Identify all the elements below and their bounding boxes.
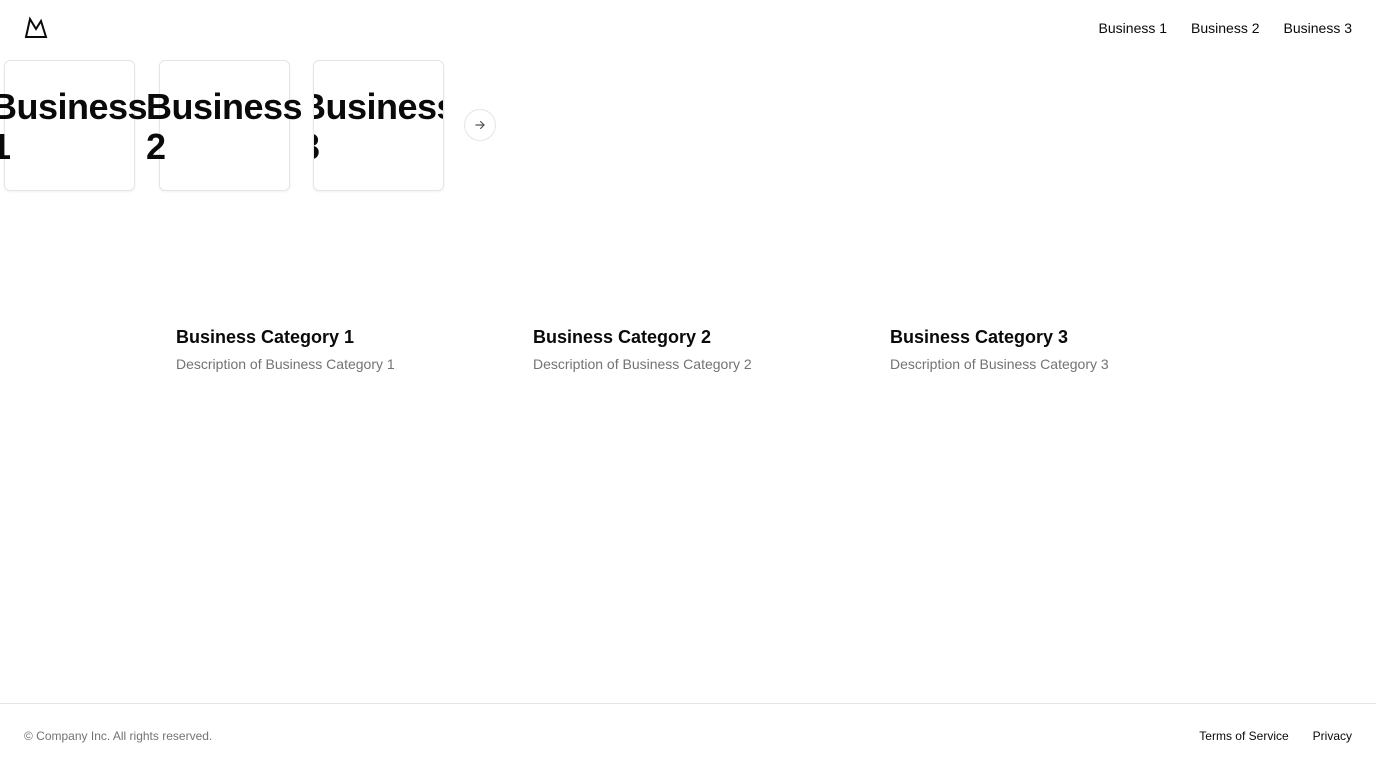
category-description: Description of Business Category 1 — [176, 356, 395, 372]
nav-link-business-3[interactable]: Business 3 — [1284, 18, 1352, 38]
carousel-card-business-1[interactable]: Business 1 — [0, 60, 148, 191]
mountain-logo-icon[interactable] — [24, 16, 48, 40]
category-title: Business Category 3 — [890, 327, 1069, 347]
nav-link-business-1[interactable]: Business 1 — [1099, 18, 1167, 38]
site-footer: © Company Inc. All rights reserved. Term… — [0, 703, 1376, 768]
carousel-card-label: Business 2 — [146, 86, 303, 167]
main-nav: Business 1 Business 2 Business 3 — [1099, 18, 1352, 38]
privacy-link[interactable]: Privacy — [1313, 728, 1352, 744]
category-description: Description of Business Category 3 — [890, 356, 1109, 372]
carousel-card-label: Business 1 — [0, 86, 148, 167]
category-title: Business Category 2 — [533, 327, 712, 347]
carousel-card-business-3[interactable]: Business 3 — [313, 60, 444, 191]
nav-link-business-2[interactable]: Business 2 — [1191, 18, 1259, 38]
category-item: Business Category 2 Description of Busin… — [533, 325, 873, 374]
carousel-next-button[interactable] — [464, 109, 496, 141]
site-header: Business 1 Business 2 Business 3 — [0, 0, 1376, 56]
terms-of-service-link[interactable]: Terms of Service — [1199, 728, 1288, 744]
business-carousel: Business 1 Business 2 Business 3 — [0, 60, 520, 192]
carousel-card-business-2[interactable]: Business 2 — [146, 60, 303, 191]
category-item: Business Category 1 Description of Busin… — [176, 325, 516, 374]
copyright-text: © Company Inc. All rights reserved. — [24, 729, 213, 743]
category-item: Business Category 3 Description of Busin… — [890, 325, 1230, 374]
category-description: Description of Business Category 2 — [533, 356, 752, 372]
carousel-card-label: Business 3 — [314, 87, 443, 167]
business-categories: Business Category 1 Description of Busin… — [176, 325, 1276, 385]
footer-nav: Terms of Service Privacy — [1199, 728, 1352, 744]
category-title: Business Category 1 — [176, 327, 355, 347]
arrow-right-icon — [475, 120, 485, 130]
